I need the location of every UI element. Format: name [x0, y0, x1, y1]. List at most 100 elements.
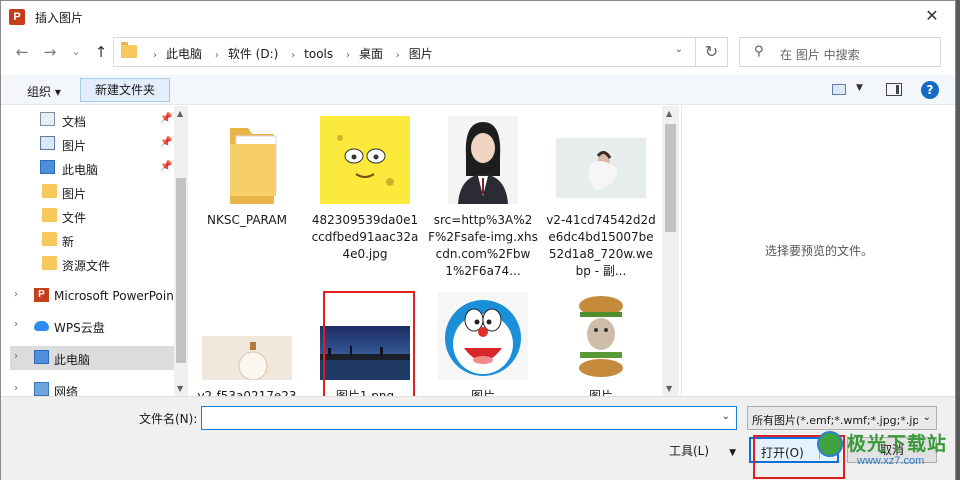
file-item-webp-image[interactable]: v2-41cd74542d2de6dc4bd15007be52d1a8_720w… [544, 106, 658, 278]
doraemon-thumbnail [438, 292, 528, 380]
sidebar-item-this-pc-quick[interactable]: 此电脑 📌 [10, 156, 174, 180]
scrollbar-thumb[interactable] [665, 124, 676, 232]
up-arrow-icon[interactable]: ↑ [90, 41, 112, 63]
pin-icon: 📌 [160, 113, 173, 124]
sidebar-item-label: 资源文件 [62, 259, 111, 273]
filename-input[interactable]: ⌄ [201, 406, 737, 430]
tools-label: 工具(L) [669, 444, 710, 458]
close-button[interactable]: ✕ [909, 1, 955, 31]
file-name: 图片 [588, 389, 613, 396]
sidebar-item-label: 此电脑 [54, 353, 91, 367]
file-list-scrollbar[interactable]: ▲ ▼ [662, 106, 679, 396]
scroll-down-arrow-icon[interactable]: ▼ [177, 384, 183, 393]
expand-chevron-icon[interactable]: › [14, 351, 18, 362]
chevron-down-icon: ▼ [729, 448, 736, 458]
breadcrumb-this-pc[interactable]: 此电脑 [166, 47, 202, 61]
site-watermark: 极光下载站 www.xz7.com [817, 427, 957, 477]
watermark-url: www.xz7.com [857, 455, 925, 467]
watermark-text: 极光下载站 [847, 433, 948, 455]
breadcrumb-separator: › [291, 50, 296, 61]
file-item-perfume-image[interactable]: v2-f53a0217e23 [190, 282, 304, 396]
recent-locations-chevron-icon[interactable]: ⌄ [65, 41, 87, 63]
address-history-chevron-icon[interactable]: ⌄ [675, 44, 683, 55]
sidebar-item-pictures-quick[interactable]: 图片 📌 [10, 132, 174, 156]
address-bar[interactable]: › 此电脑 › 软件 (D:) › tools › 桌面 › 图片 ⌄ [113, 37, 728, 67]
sidebar-item-label: 文档 [62, 115, 87, 129]
navigation-bar: ← → ⌄ ↑ › 此电脑 › 软件 (D:) › tools › 桌面 › 图片 ⌄ ↻… [1, 35, 955, 69]
file-name: NKSC_PARAM [207, 213, 287, 227]
sidebar-item-documents[interactable]: 文档 📌 [10, 108, 174, 132]
title-bar: P 插入图片 ✕ [1, 1, 955, 33]
scroll-up-arrow-icon[interactable]: ▲ [666, 109, 672, 118]
scrollbar-thumb[interactable] [176, 178, 186, 363]
file-item-doraemon-image[interactable]: 图片 [426, 282, 540, 396]
breadcrumb-tools[interactable]: tools [304, 47, 333, 61]
sidebar-item-label: WPS云盘 [54, 321, 105, 335]
cat-burger-thumbnail [556, 292, 646, 380]
help-icon[interactable]: ? [921, 81, 939, 99]
sidebar-item-pictures-folder[interactable]: 图片 [10, 180, 174, 204]
scroll-up-arrow-icon[interactable]: ▲ [177, 109, 183, 118]
city-night-thumbnail [320, 326, 410, 380]
file-list: NKSC_PARAM 482309539da0e1ccdfbed91aac32a… [190, 106, 662, 396]
sidebar-item-new-folder[interactable]: 新 [10, 228, 174, 252]
folder-thumbnail-icon [230, 128, 277, 204]
sidebar-item-label: 此电脑 [62, 163, 99, 177]
folder-icon [42, 184, 57, 198]
sidebar-item-label: 图片 [62, 187, 87, 201]
breadcrumb-separator: › [395, 50, 400, 61]
file-item-picture1-png[interactable]: 图片1.png [308, 282, 422, 396]
expand-chevron-icon[interactable]: › [14, 319, 18, 330]
woman-photo-thumbnail [556, 138, 646, 198]
breadcrumb-separator: › [345, 50, 350, 61]
sidebar-item-network[interactable]: › 网络 [10, 378, 174, 396]
breadcrumb-desktop[interactable]: 桌面 [359, 47, 383, 61]
search-input[interactable]: ⚲ 在 图片 中搜索 [739, 37, 941, 67]
file-name: 图片 [470, 389, 495, 396]
preview-pane: 选择要预览的文件。 [681, 106, 956, 396]
window-title: 插入图片 [35, 11, 84, 25]
preview-message: 选择要预览的文件。 [764, 244, 873, 258]
preview-pane-icon[interactable] [886, 83, 902, 96]
sidebar-item-resource-files[interactable]: 资源文件 [10, 252, 174, 276]
folder-icon [42, 208, 57, 222]
breadcrumb-separator: › [214, 50, 219, 61]
file-item-spongebob-jpg[interactable]: 482309539da0e1ccdfbed91aac32a4e0.jpg [308, 106, 422, 276]
file-name: v2-41cd74542d2de6dc4bd15007be52d1a8_720w… [546, 213, 656, 278]
sidebar-item-files-folder[interactable]: 文件 [10, 204, 174, 228]
expand-chevron-icon[interactable]: › [14, 289, 18, 300]
sidebar-scrollbar[interactable]: ▲ ▼ [174, 106, 188, 396]
documents-icon [40, 112, 55, 126]
scroll-down-arrow-icon[interactable]: ▼ [666, 384, 672, 393]
file-item-folder[interactable]: NKSC_PARAM [190, 106, 304, 276]
sidebar-item-powerpoint[interactable]: › P Microsoft PowerPoint [10, 284, 179, 308]
organize-menu-button[interactable]: 组织 ▾ [27, 83, 61, 100]
breadcrumb-pictures[interactable]: 图片 [409, 47, 433, 61]
file-name: v2-f53a0217e23 [197, 389, 297, 396]
computer-icon [40, 160, 55, 174]
perfume-bottle-thumbnail [202, 336, 292, 380]
new-folder-button[interactable]: 新建文件夹 [80, 78, 170, 102]
file-type-filter-value: 所有图片(*.emf;*.wmf;*.jpg;*.jpeg;*.png) [752, 414, 918, 427]
breadcrumb-drive-d[interactable]: 软件 (D:) [228, 47, 278, 61]
view-options-icon[interactable] [832, 84, 846, 95]
file-name: 482309539da0e1ccdfbed91aac32a4e0.jpg [311, 213, 419, 261]
folder-icon [42, 232, 57, 246]
file-name: 图片1.png [335, 389, 395, 396]
expand-chevron-icon[interactable]: › [14, 383, 18, 394]
sidebar-item-wps-cloud[interactable]: › WPS云盘 [10, 314, 174, 338]
folder-icon [42, 256, 57, 270]
sidebar-item-this-pc[interactable]: › 此电脑 [10, 346, 174, 370]
spongebob-thumbnail [320, 116, 410, 204]
file-item-cat-burger-image[interactable]: 图片 [544, 282, 658, 396]
forward-arrow-icon[interactable]: → [39, 41, 61, 63]
file-item-portrait-image[interactable]: src=http%3A%2F%2Fsafe-img.xhscdn.com%2Fb… [426, 106, 540, 278]
back-arrow-icon[interactable]: ← [11, 41, 33, 63]
navigation-pane: 文档 📌 图片 📌 此电脑 📌 图片 文件 新 资源文件 › P Microso… [10, 106, 188, 396]
sidebar-item-label: Microsoft PowerPoint [54, 289, 179, 303]
breadcrumb-separator: › [153, 50, 157, 61]
view-options-chevron-icon[interactable]: ▼ [856, 83, 863, 93]
filename-dropdown-chevron-icon[interactable]: ⌄ [722, 411, 730, 422]
tools-menu-button[interactable]: 工具(L) ▼ [669, 442, 736, 459]
refresh-icon[interactable]: ↻ [695, 37, 727, 67]
